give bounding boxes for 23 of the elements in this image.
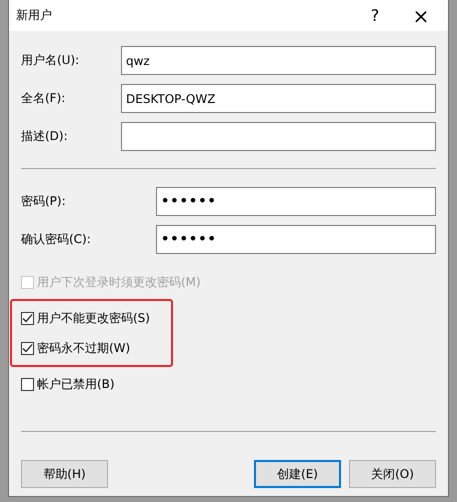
checkbox-label: 帐户已禁用(B) [37, 376, 115, 392]
input-field[interactable]: qwz [121, 46, 436, 75]
close-button[interactable]: × [398, 0, 444, 31]
window-title: 新用户 [16, 7, 53, 24]
input-field[interactable]: DESKTOP-QWZ [121, 84, 436, 113]
password-field[interactable]: •••••• [156, 187, 436, 216]
field-label: 确认密码(C): [21, 231, 91, 248]
help-button[interactable]: ? [352, 0, 398, 31]
checkbox-label: 用户下次登录时须更改密码(M) [37, 274, 201, 290]
checkbox[interactable] [21, 378, 34, 390]
password-field[interactable]: •••••• [156, 225, 436, 254]
checkbox[interactable] [21, 312, 34, 324]
dialog-button[interactable]: 关闭(O) [349, 460, 436, 488]
field-label: 用户名(U): [21, 52, 80, 69]
input-field[interactable] [121, 122, 436, 151]
field-label: 全名(F): [21, 90, 66, 107]
dialog-button[interactable]: 创建(E) [254, 460, 341, 488]
checkbox[interactable] [21, 342, 34, 354]
field-label: 描述(D): [21, 128, 68, 145]
field-label: 密码(P): [21, 193, 66, 210]
checkbox-label: 用户不能更改密码(S) [37, 310, 150, 326]
checkbox-label: 密码永不过期(W) [37, 340, 130, 356]
dialog-button[interactable]: 帮助(H) [21, 460, 108, 488]
